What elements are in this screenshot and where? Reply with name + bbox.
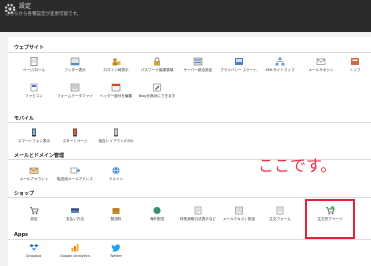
twitter-icon bbox=[111, 244, 120, 252]
privacy-icon bbox=[235, 58, 243, 65]
settings-item-order-form[interactable]: 注文フォーム bbox=[261, 206, 299, 221]
footer-icon bbox=[70, 57, 80, 66]
settings-item-blog[interactable]: Blogを無効にできます bbox=[138, 83, 176, 98]
settings-item-privacy[interactable]: プライバシー ステートメント bbox=[220, 57, 258, 72]
top-icon bbox=[351, 58, 359, 65]
settings-item-favicon[interactable]: ファビコン bbox=[15, 83, 53, 98]
order-form-icon bbox=[276, 206, 284, 215]
section-divider bbox=[8, 52, 371, 53]
smartphone-icon bbox=[32, 128, 36, 137]
settings-item-server[interactable]: サーバー統合設定 bbox=[179, 57, 217, 72]
settings-item-password-area[interactable]: パスワード保護領域 bbox=[138, 57, 176, 72]
section-title-mail: メールとドメイン管理 bbox=[14, 153, 65, 159]
settings-item-top[interactable]: トップ bbox=[340, 57, 370, 72]
settings-item-dropbox[interactable]: Dropbox bbox=[15, 243, 53, 258]
settings-item-mail-support[interactable]: メールサポジン bbox=[302, 57, 340, 72]
settings-item-overseas[interactable]: 海外配送 bbox=[138, 206, 176, 221]
section-title-apps: Apps bbox=[14, 232, 29, 238]
section-title-mobile: モバイル bbox=[14, 116, 35, 122]
settings-item-google-analytics[interactable]: Google Analytics bbox=[56, 243, 94, 258]
settings-item-smartphone[interactable]: スマートフォン表示 bbox=[15, 128, 53, 143]
settings-item-payment[interactable]: 支払い方法 bbox=[56, 206, 94, 221]
settings-item-shop-settings[interactable]: 設定 bbox=[15, 206, 53, 221]
css-icon bbox=[114, 128, 118, 137]
settings-item-mail-account[interactable]: メールアカウント bbox=[15, 166, 53, 181]
settings-item-form-data[interactable]: フォームデータファイ bbox=[56, 83, 94, 98]
settings-item-shipping[interactable]: 配送料 bbox=[97, 206, 135, 221]
header-edit-icon bbox=[111, 83, 121, 92]
settings-item-mail-forward[interactable]: 転送用メールアドレス bbox=[56, 166, 94, 181]
forward-icon bbox=[70, 167, 80, 174]
mail-text-icon bbox=[235, 206, 243, 215]
dropbox-icon bbox=[29, 244, 39, 251]
annotation-note: ここです。 bbox=[258, 156, 337, 175]
blog-icon bbox=[153, 83, 161, 92]
settings-item-start-page[interactable]: スタートページ bbox=[56, 128, 94, 143]
settings-item-login-display[interactable]: ログイン時表示 bbox=[97, 57, 135, 72]
favicon-icon bbox=[30, 83, 38, 92]
domain-icon bbox=[112, 166, 120, 175]
shipping-icon bbox=[112, 208, 120, 214]
mail-account-icon bbox=[29, 167, 39, 174]
lock-icon bbox=[154, 57, 160, 66]
settings-item-header-edit[interactable]: ヘッダー部分を編集 bbox=[97, 83, 135, 98]
page-subtitle: こちらから各種設定が変更可能です。 bbox=[5, 12, 82, 17]
login-icon bbox=[112, 58, 121, 66]
overseas-icon bbox=[153, 206, 161, 215]
sitemap-icon bbox=[275, 57, 285, 66]
form-data-icon bbox=[70, 83, 80, 92]
shop-settings-icon bbox=[30, 207, 39, 215]
page-title: 設定 bbox=[19, 3, 32, 10]
settings-item-css-layout[interactable]: 独自レイアウト(CSS) bbox=[97, 128, 135, 143]
section-divider bbox=[8, 197, 371, 198]
settings-item-mail-text[interactable]: メールテキスト設定 bbox=[220, 206, 258, 221]
section-title-shop: ショップ bbox=[14, 191, 35, 197]
mail-icon bbox=[316, 58, 326, 65]
settings-item-commerce-law[interactable]: 特別商取引法表示など bbox=[179, 206, 217, 221]
law-icon bbox=[194, 206, 202, 215]
payment-icon bbox=[71, 208, 79, 213]
section-divider bbox=[8, 122, 371, 123]
settings-header: 設定 こちらから各種設定が変更可能です。 bbox=[0, 0, 371, 32]
settings-item-sitemap[interactable]: XMLサイトマップ bbox=[261, 57, 299, 72]
start-page-icon bbox=[73, 128, 77, 137]
analytics-icon bbox=[71, 244, 79, 252]
settings-item-domain[interactable]: ドメイン bbox=[97, 166, 135, 181]
settings-item-footer[interactable]: フッター表示 bbox=[56, 57, 94, 72]
section-title-website: ウェブサイト bbox=[14, 45, 45, 51]
server-icon bbox=[193, 57, 203, 66]
annotation-highlight-box bbox=[305, 199, 355, 239]
settings-item-pages[interactable]: ページ/ロール bbox=[15, 57, 53, 72]
settings-item-twitter[interactable]: Twitter bbox=[97, 243, 135, 258]
section-divider bbox=[8, 239, 371, 240]
page-icon bbox=[30, 57, 38, 66]
